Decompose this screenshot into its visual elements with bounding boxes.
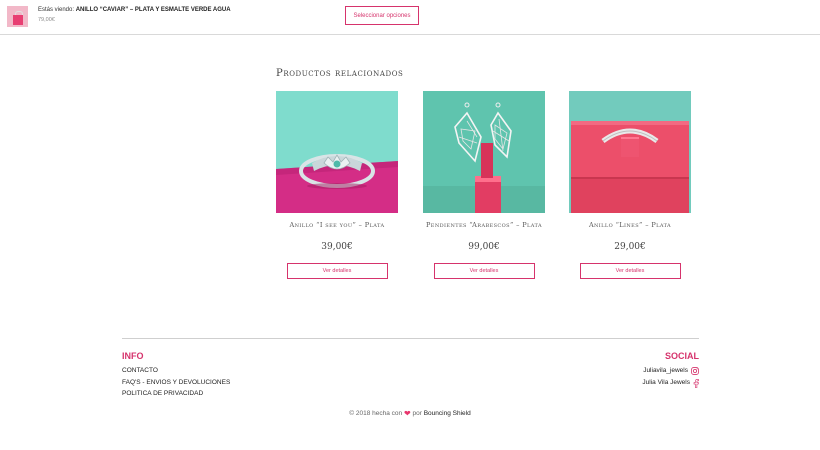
related-products-title: Productos relacionados (276, 68, 404, 79)
select-options-button[interactable]: Seleccionar opciones (345, 6, 419, 25)
product-price: 99,00€ (468, 242, 500, 252)
social-link-facebook[interactable]: Julia Vila Jewels (642, 377, 699, 389)
info-heading: INFO (122, 351, 144, 361)
product-name[interactable]: Anillo “Lines” – Plata (569, 221, 691, 229)
product-card: Pendientes “Arabescos” – Plata 99,00€ Ve… (423, 91, 545, 279)
product-name[interactable]: Pendientes “Arabescos” – Plata (423, 221, 545, 229)
social-links: Juliavila_jewels Julia Vila Jewels (642, 365, 699, 389)
viewing-product-name: ANILLO “CAVIAR” – PLATA Y ESMALTE VERDE … (75, 7, 231, 13)
heart-icon: ❤ (403, 409, 411, 418)
product-image[interactable] (569, 91, 691, 213)
product-name[interactable]: Anillo “I see you” – Plata (276, 221, 398, 229)
product-card: Anillo “I see you” – Plata 39,00€ Ver de… (276, 91, 398, 279)
product-image[interactable] (276, 91, 398, 213)
viewing-product-price: 79,00€ (38, 17, 55, 23)
footer-link-faqs[interactable]: FAQ'S - ENVIOS Y DEVOLUCIONES (122, 377, 230, 389)
footer-credit: © 2018 hecha con ❤ por Bouncing Shield (349, 409, 471, 418)
bouncing-shield-link[interactable]: Bouncing Shield (424, 410, 471, 417)
social-heading: SOCIAL (664, 351, 699, 361)
info-links: CONTACTO FAQ'S - ENVIOS Y DEVOLUCIONES P… (122, 365, 230, 400)
instagram-icon (691, 367, 699, 375)
viewing-text: Estás viendo: ANILLO “CAVIAR” – PLATA Y … (38, 7, 231, 13)
view-details-button[interactable]: Ver detalles (286, 263, 388, 279)
product-image[interactable] (423, 91, 545, 213)
facebook-icon (693, 378, 699, 388)
footer-divider (122, 338, 699, 339)
social-link-instagram[interactable]: Juliavila_jewels (642, 365, 699, 377)
product-price: 39,00€ (321, 242, 353, 252)
view-details-button[interactable]: Ver detalles (579, 263, 681, 279)
product-price: 29,00€ (614, 242, 646, 252)
footer-link-contacto[interactable]: CONTACTO (122, 365, 230, 377)
footer-link-privacidad[interactable]: POLITICA DE PRIVACIDAD (122, 388, 230, 400)
product-thumbnail[interactable] (7, 6, 28, 27)
product-card: Anillo “Lines” – Plata 29,00€ Ver detall… (569, 91, 691, 279)
sticky-product-bar: Estás viendo: ANILLO “CAVIAR” – PLATA Y … (0, 0, 820, 35)
view-details-button[interactable]: Ver detalles (433, 263, 535, 279)
